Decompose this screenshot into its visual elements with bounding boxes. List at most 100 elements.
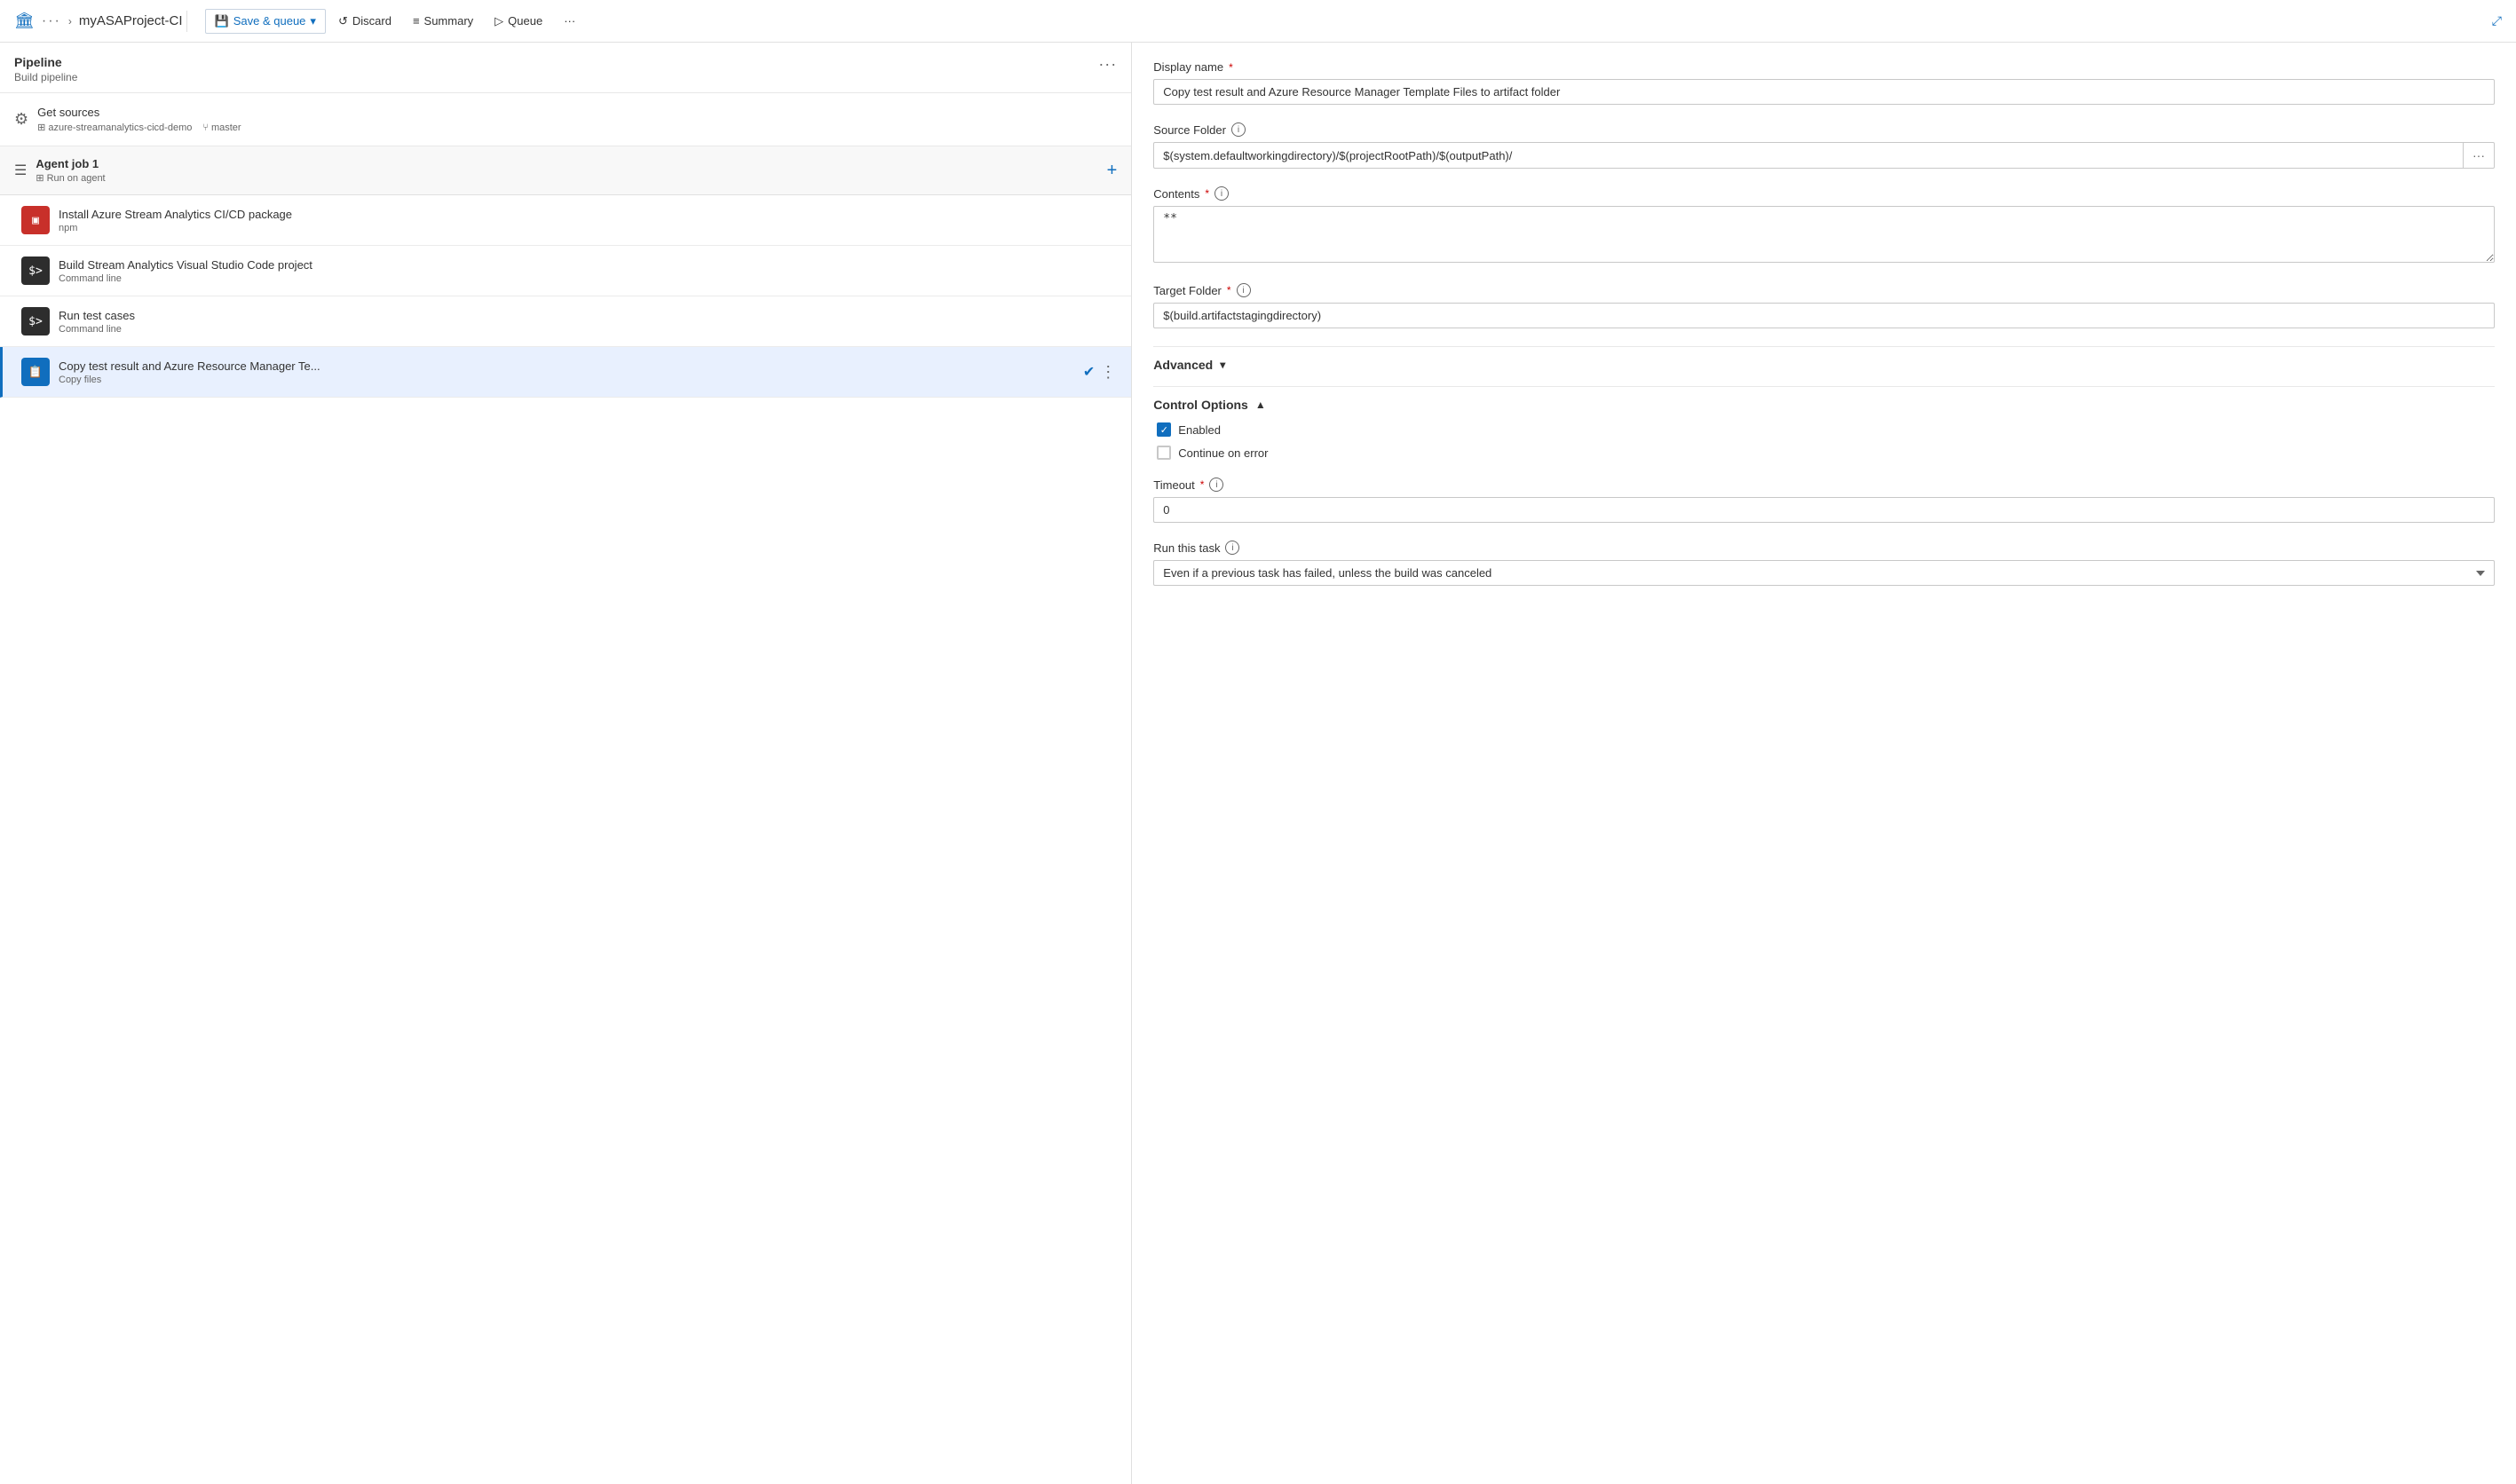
git-icon: ⊞ <box>37 122 45 133</box>
topbar: 🏛 ··· › myASAProject-CI 💾 Save & queue ▾… <box>0 0 2516 43</box>
target-folder-required: * <box>1227 284 1231 296</box>
repo-info: ⊞ azure-streamanalytics-cicd-demo <box>37 122 192 133</box>
task-type: npm <box>59 223 1117 233</box>
task-icon: $> <box>21 257 50 285</box>
continue-on-error-label: Continue on error <box>1178 446 1268 460</box>
contents-input[interactable]: ** <box>1153 206 2495 263</box>
source-folder-input[interactable] <box>1153 142 2464 169</box>
run-this-task-select-wrapper: Even if a previous task has failed, unle… <box>1153 560 2495 586</box>
nav-dots[interactable]: ··· <box>42 13 61 29</box>
summary-button[interactable]: ≡ Summary <box>404 10 482 32</box>
task-info: Build Stream Analytics Visual Studio Cod… <box>59 258 1117 284</box>
task-name: Run test cases <box>59 309 1117 322</box>
target-folder-group: Target Folder * i <box>1153 283 2495 328</box>
nav-chevron: › <box>68 15 72 28</box>
task-right: ✔ ⋮ <box>1083 363 1117 382</box>
task-more-button[interactable]: ⋮ <box>1100 363 1117 382</box>
save-queue-button[interactable]: 💾 Save & queue ▾ <box>205 9 326 34</box>
task-name: Build Stream Analytics Visual Studio Cod… <box>59 258 1117 272</box>
pipeline-info: Pipeline Build pipeline <box>14 55 77 83</box>
right-panel: Display name * Source Folder i ··· Conte… <box>1132 43 2516 1484</box>
source-folder-input-row: ··· <box>1153 142 2495 169</box>
enabled-checkbox[interactable]: ✓ <box>1157 422 1171 437</box>
run-this-task-label: Run this task i <box>1153 541 2495 555</box>
advanced-label: Advanced <box>1153 358 1213 372</box>
task-icon: $> <box>21 307 50 335</box>
branch-info: ⑂ master <box>202 122 241 133</box>
run-this-task-group: Run this task i Even if a previous task … <box>1153 541 2495 586</box>
contents-label: Contents * i <box>1153 186 2495 201</box>
get-sources-item[interactable]: ⚙ Get sources ⊞ azure-streamanalytics-ci… <box>0 93 1131 146</box>
task-check-icon: ✔ <box>1083 363 1095 381</box>
contents-required: * <box>1205 187 1209 200</box>
control-options-section-header[interactable]: Control Options ▲ <box>1153 386 2495 422</box>
timeout-info-icon[interactable]: i <box>1209 478 1223 492</box>
save-icon: 💾 <box>215 14 229 28</box>
get-sources-meta: ⊞ azure-streamanalytics-cicd-demo ⑂ mast… <box>37 122 241 133</box>
run-this-task-select[interactable]: Even if a previous task has failed, unle… <box>1153 560 2495 586</box>
task-name: Install Azure Stream Analytics CI/CD pac… <box>59 208 1117 221</box>
timeout-label: Timeout * i <box>1153 478 2495 492</box>
topbar-separator <box>186 11 187 32</box>
continue-on-error-checkbox[interactable] <box>1157 446 1171 460</box>
source-folder-group: Source Folder i ··· <box>1153 122 2495 169</box>
task-item-task-1[interactable]: ▣ Install Azure Stream Analytics CI/CD p… <box>0 195 1131 246</box>
pipeline-header: Pipeline Build pipeline ··· <box>0 43 1131 93</box>
summary-icon: ≡ <box>413 14 420 28</box>
timeout-required: * <box>1200 478 1205 491</box>
discard-icon: ↺ <box>338 14 348 28</box>
expand-icon[interactable]: ⤢ <box>2492 13 2502 28</box>
add-task-button[interactable]: + <box>1107 161 1118 181</box>
topbar-actions: 💾 Save & queue ▾ ↺ Discard ≡ Summary ▷ Q… <box>205 9 585 34</box>
save-queue-label: Save & queue <box>233 14 306 28</box>
main-area: Pipeline Build pipeline ··· ⚙ Get source… <box>0 43 2516 1484</box>
enabled-label: Enabled <box>1178 423 1221 437</box>
agent-job-row[interactable]: ☰ Agent job 1 ⊞ Run on agent + <box>0 146 1131 195</box>
advanced-section-header[interactable]: Advanced ▾ <box>1153 346 2495 383</box>
continue-on-error-row: Continue on error <box>1157 446 2495 460</box>
source-folder-action-button[interactable]: ··· <box>2464 142 2495 169</box>
enabled-group: ✓ Enabled Continue on error <box>1153 422 2495 460</box>
topbar-left: 🏛 ··· › myASAProject-CI <box>14 12 183 30</box>
project-title: myASAProject-CI <box>79 13 183 28</box>
task-info: Copy test result and Azure Resource Mana… <box>59 359 1074 385</box>
pipeline-title: Pipeline <box>14 55 77 69</box>
run-this-task-info-icon[interactable]: i <box>1225 541 1239 555</box>
task-item-task-4[interactable]: 📋 Copy test result and Azure Resource Ma… <box>0 347 1131 398</box>
target-folder-label: Target Folder * i <box>1153 283 2495 297</box>
task-item-task-3[interactable]: $> Run test cases Command line <box>0 296 1131 347</box>
agent-job-icon: ☰ <box>14 162 27 179</box>
get-sources-info: Get sources ⊞ azure-streamanalytics-cicd… <box>37 106 241 133</box>
source-folder-info-icon[interactable]: i <box>1231 122 1246 137</box>
contents-info-icon[interactable]: i <box>1214 186 1229 201</box>
get-sources-title: Get sources <box>37 106 241 119</box>
source-folder-label: Source Folder i <box>1153 122 2495 137</box>
task-item-task-2[interactable]: $> Build Stream Analytics Visual Studio … <box>0 246 1131 296</box>
agent-job-subtitle: ⊞ Run on agent <box>36 172 105 184</box>
topbar-right: ⤢ <box>2492 13 2502 28</box>
display-name-input[interactable] <box>1153 79 2495 105</box>
agent-job-title: Agent job 1 <box>36 157 105 170</box>
task-name: Copy test result and Azure Resource Mana… <box>59 359 1074 373</box>
agent-job-info: Agent job 1 ⊞ Run on agent <box>36 157 105 184</box>
task-icon: ▣ <box>21 206 50 234</box>
timeout-input[interactable] <box>1153 497 2495 523</box>
target-folder-input[interactable] <box>1153 303 2495 328</box>
task-info: Run test cases Command line <box>59 309 1117 335</box>
agent-icon: ⊞ <box>36 172 44 184</box>
save-queue-chevron: ▾ <box>310 14 316 28</box>
left-panel: Pipeline Build pipeline ··· ⚙ Get source… <box>0 43 1132 1484</box>
target-folder-info-icon[interactable]: i <box>1237 283 1251 297</box>
task-icon: 📋 <box>21 358 50 386</box>
branch-icon: ⑂ <box>202 122 209 133</box>
display-name-label: Display name * <box>1153 60 2495 74</box>
control-options-chevron: ▲ <box>1255 399 1266 411</box>
task-list: ▣ Install Azure Stream Analytics CI/CD p… <box>0 195 1131 398</box>
app-icon: 🏛 <box>14 12 35 30</box>
more-options-button[interactable]: ··· <box>555 10 584 32</box>
task-info: Install Azure Stream Analytics CI/CD pac… <box>59 208 1117 233</box>
pipeline-more-button[interactable]: ··· <box>1098 55 1117 74</box>
discard-button[interactable]: ↺ Discard <box>329 10 400 33</box>
pipeline-subtitle: Build pipeline <box>14 71 77 83</box>
queue-button[interactable]: ▷ Queue <box>486 10 551 33</box>
